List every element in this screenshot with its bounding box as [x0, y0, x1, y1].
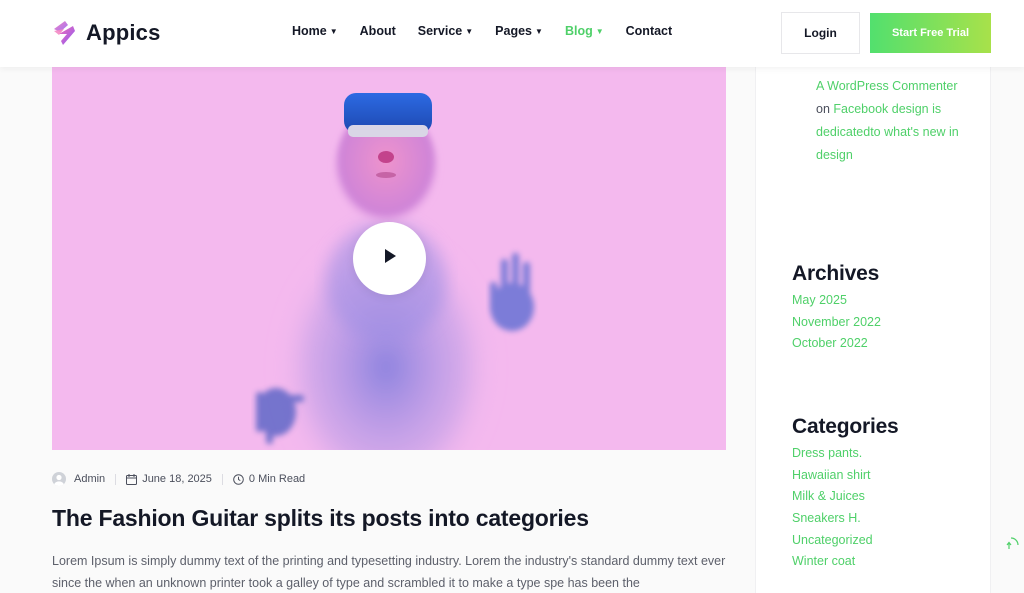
- nav-label: Pages: [495, 24, 533, 38]
- nav-label: About: [359, 24, 396, 38]
- category-link[interactable]: Uncategorized: [792, 530, 873, 552]
- comment-connector: on: [816, 102, 830, 116]
- play-button[interactable]: [353, 222, 426, 295]
- archive-link[interactable]: November 2022: [792, 312, 881, 334]
- post-date: June 18, 2025: [142, 473, 212, 485]
- logo-bolt-icon: [51, 19, 77, 47]
- scroll-to-top-button[interactable]: [1002, 536, 1020, 554]
- avatar: [52, 472, 66, 486]
- chevron-down-icon: ▼: [595, 27, 604, 36]
- read-time: 0 Min Read: [248, 473, 306, 485]
- featured-video[interactable]: [52, 67, 726, 450]
- post-title[interactable]: The Fashion Guitar splits its posts into…: [52, 505, 589, 532]
- post-meta: Admin June 18, 2025 0 Min Read: [52, 472, 305, 486]
- category-link[interactable]: Dress pants.: [792, 443, 873, 465]
- chevron-down-icon: ▼: [329, 27, 338, 36]
- post-excerpt: Lorem Ipsum is simply dummy text of the …: [52, 554, 726, 590]
- category-link[interactable]: Winter coat: [792, 551, 873, 573]
- sidebar: A WordPress Commenter on Facebook design…: [755, 67, 991, 593]
- start-free-trial-button[interactable]: Start Free Trial: [870, 13, 991, 53]
- post-author[interactable]: Admin: [74, 473, 105, 485]
- chevron-down-icon: ▼: [535, 27, 543, 36]
- calendar-icon: [126, 473, 138, 485]
- arrow-up-icon: [1002, 537, 1020, 558]
- login-button[interactable]: Login: [781, 12, 860, 54]
- nav-label: Contact: [625, 24, 673, 38]
- category-link[interactable]: Milk & Juices: [792, 486, 873, 508]
- category-link[interactable]: Hawaiian shirt: [792, 465, 873, 487]
- nav-label: Home: [292, 24, 327, 38]
- nav-label: Blog: [564, 24, 593, 38]
- nav-label: Service: [417, 24, 463, 38]
- main-nav: Home ▼ About Service ▼ Pages ▼ Blog ▼ Co…: [292, 24, 694, 38]
- comment-author-link[interactable]: A WordPress Commenter: [816, 79, 957, 93]
- clock-icon: [233, 473, 244, 485]
- nav-item-contact[interactable]: Contact: [626, 24, 673, 38]
- categories-list: Dress pants. Hawaiian shirt Milk & Juice…: [792, 443, 873, 573]
- nav-item-about[interactable]: About: [360, 24, 396, 38]
- nav-item-home[interactable]: Home ▼: [292, 24, 338, 38]
- logo[interactable]: Appics: [51, 19, 161, 47]
- archives-list: May 2025 November 2022 October 2022: [792, 290, 881, 355]
- archives-title: Archives: [792, 262, 880, 285]
- categories-title: Categories: [792, 415, 899, 438]
- nav-item-pages[interactable]: Pages ▼: [495, 24, 543, 38]
- brand-name: Appics: [86, 20, 161, 45]
- divider: [115, 473, 117, 485]
- play-icon: [383, 249, 397, 268]
- nav-item-service[interactable]: Service ▼: [418, 24, 473, 38]
- chevron-down-icon: ▼: [465, 27, 474, 36]
- archive-link[interactable]: October 2022: [792, 333, 881, 355]
- archive-link[interactable]: May 2025: [792, 290, 881, 312]
- category-link[interactable]: Sneakers H.: [792, 508, 873, 530]
- blog-page: Appics Home ▼ About Service ▼ Pages ▼ Bl…: [0, 0, 1024, 593]
- comment-post-link[interactable]: Facebook design is dedicatedto what's ne…: [816, 102, 959, 162]
- recent-comment: A WordPress Commenter on Facebook design…: [816, 75, 966, 167]
- site-header: Appics Home ▼ About Service ▼ Pages ▼ Bl…: [0, 0, 1024, 67]
- divider: [221, 473, 223, 485]
- nav-item-blog[interactable]: Blog ▼: [565, 24, 604, 38]
